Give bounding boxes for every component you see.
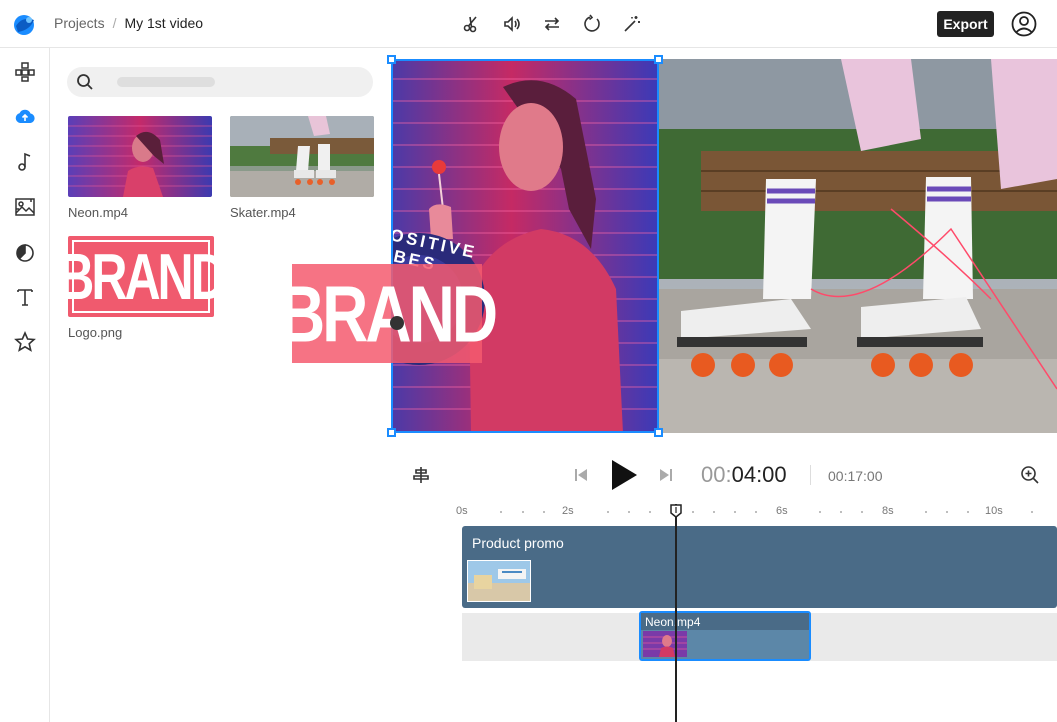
text-icon [17, 289, 33, 306]
ruler-tick [649, 511, 651, 513]
ruler-tick [607, 511, 609, 513]
breadcrumb-separator: / [112, 15, 117, 31]
timeline-clip-neon[interactable]: Neon.mp4 [639, 611, 811, 661]
play-icon[interactable] [609, 459, 639, 491]
ruler-tick [543, 511, 545, 513]
music-icon [18, 152, 31, 171]
resize-handle-bottom-right[interactable] [654, 428, 663, 437]
star-icon [14, 331, 36, 352]
ruler-tick [522, 511, 524, 513]
time-divider [810, 465, 811, 485]
sidebar-item-upload[interactable] [13, 105, 37, 129]
ruler-tick [925, 511, 927, 513]
swap-button[interactable] [538, 11, 566, 37]
timeline: 0s 2s 6s 8s 10s Product promo Neon.mp4 [391, 501, 1057, 722]
media-label-skater: Skater.mp4 [230, 205, 296, 220]
ruler-tick [628, 511, 630, 513]
templates-icon [15, 62, 35, 82]
ruler-tick [840, 511, 842, 513]
resize-handle-top-right[interactable] [654, 55, 663, 64]
sidebar-item-media[interactable] [13, 195, 37, 219]
ruler-tick [861, 511, 863, 513]
edit-toolbar [458, 11, 646, 37]
playback-bar: 00:04:00 00:17:00 [391, 445, 1057, 501]
resize-handle-bottom-left[interactable] [387, 428, 396, 437]
logo-wordmark: BRAND [68, 236, 214, 317]
ruler-tick [755, 511, 757, 513]
clip-thumb [643, 631, 687, 657]
ruler-tick [692, 511, 694, 513]
search-icon [77, 74, 93, 90]
rotate-button[interactable] [578, 11, 606, 37]
media-label-logo: Logo.png [68, 325, 123, 340]
ruler-tick [500, 511, 502, 513]
playhead-handle[interactable] [670, 504, 682, 518]
account-icon[interactable] [1011, 11, 1037, 37]
sidebar-item-favorites[interactable] [13, 330, 37, 354]
app-logo-icon[interactable] [12, 12, 36, 36]
ruler-tick [734, 511, 736, 513]
ruler-tick [946, 511, 948, 513]
total-duration: 00:17:00 [828, 468, 883, 484]
media-icon [15, 198, 35, 216]
media-panel: Neon.mp4 Skater.mp4 BRAND Logo.png [50, 48, 391, 722]
sidebar-item-elements[interactable] [13, 240, 37, 264]
media-thumb-neon[interactable] [68, 116, 212, 197]
media-thumb-logo[interactable]: BRAND [68, 236, 214, 317]
dragging-logo-overlay[interactable]: BRAND [279, 264, 498, 363]
left-sidebar [0, 48, 50, 722]
elements-icon [16, 244, 34, 262]
rotate-icon [584, 14, 600, 32]
volume-button[interactable] [498, 11, 526, 37]
ruler-label: 8s [882, 505, 894, 517]
ruler-tick [713, 511, 715, 513]
media-thumb-skater[interactable] [230, 116, 374, 197]
main-track-label: Product promo [472, 535, 564, 551]
swap-icon [544, 17, 560, 31]
sidebar-item-templates[interactable] [13, 60, 37, 84]
sidebar-item-text[interactable] [13, 285, 37, 309]
export-button[interactable]: Export [937, 11, 994, 37]
media-label-neon: Neon.mp4 [68, 205, 128, 220]
current-time: 00:04:00 [701, 462, 787, 487]
zoom-in-icon[interactable] [1020, 465, 1040, 485]
preview-area: POSITIVE VIBES [370, 48, 1057, 445]
search-bar[interactable] [67, 67, 373, 97]
ruler-label: 0s [456, 505, 468, 517]
drag-cursor-icon [390, 316, 404, 330]
volume-icon [504, 16, 520, 32]
magic-button[interactable] [618, 11, 646, 37]
ruler-label: 2s [562, 505, 574, 517]
project-title[interactable]: My 1st video [124, 15, 203, 31]
search-input[interactable] [101, 72, 361, 92]
resize-handle-top-left[interactable] [387, 55, 396, 64]
sidebar-item-music[interactable] [13, 150, 37, 174]
clip-label: Neon.mp4 [641, 613, 809, 630]
breadcrumb: Projects / My 1st video [54, 15, 203, 31]
scissors-icon [463, 16, 477, 33]
ruler-label: 6s [776, 505, 788, 517]
top-bar: Projects / My 1st video Export [0, 0, 1057, 48]
skip-back-icon[interactable] [573, 467, 589, 483]
logo-brand-text: BRAND [68, 240, 214, 313]
overlay-brand-text: BRAND [278, 268, 498, 359]
ruler-tick [967, 511, 969, 513]
split-button[interactable] [458, 11, 486, 37]
skip-forward-icon[interactable] [658, 467, 674, 483]
magic-wand-icon [624, 16, 640, 32]
ruler-label: 10s [985, 505, 1003, 517]
main-track[interactable]: Product promo [462, 526, 1057, 608]
ruler-tick [1031, 511, 1033, 513]
main-track-thumb [467, 560, 531, 602]
breadcrumb-projects[interactable]: Projects [54, 15, 105, 31]
align-icon[interactable] [411, 465, 431, 485]
upload-icon [15, 109, 35, 123]
ruler-tick [819, 511, 821, 513]
playhead-line [675, 504, 677, 722]
